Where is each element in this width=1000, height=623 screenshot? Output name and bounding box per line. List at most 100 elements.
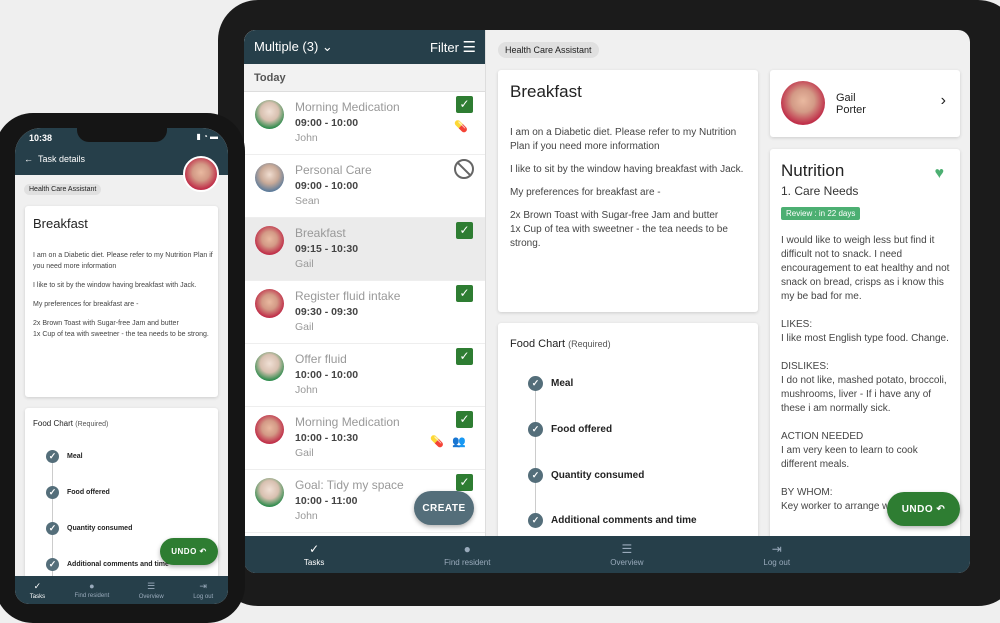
task-paragraph: I am on a Diabetic diet. Please refer to… <box>510 127 737 152</box>
nutrition-card: Nutrition ♥ 1. Care Needs Review : in 22… <box>770 149 960 543</box>
food-chart-title: Food Chart <box>510 338 566 350</box>
checkbox-checked-icon[interactable]: ✓ <box>456 285 473 302</box>
nav-tasks[interactable]: ✓ Tasks <box>30 581 45 600</box>
check-circle-icon: ✓ <box>46 486 59 499</box>
filter-button[interactable]: Filter ☰ <box>430 38 476 56</box>
step-food-offered[interactable]: ✓ Food offered <box>46 486 110 499</box>
task-row[interactable]: Morning Medication 09:00 - 10:00 John ✓ 💊 <box>244 92 485 155</box>
task-paragraph: My preferences for breakfast are - <box>510 187 661 198</box>
check-circle-icon: ✓ <box>528 376 543 391</box>
tablet-screen: Multiple (3) ⌄ Filter ☰ Today Morning Me… <box>244 30 970 573</box>
task-row[interactable]: Offer fluid 10:00 - 10:00 John ✓ <box>244 344 485 407</box>
filter-icon: ☰ <box>462 39 476 56</box>
task-paragraph: 2x Brown Toast with Sugar-free Jam and b… <box>510 210 728 249</box>
step-meal[interactable]: ✓ Meal <box>528 376 573 391</box>
undo-button[interactable]: UNDO ↶ <box>160 538 218 565</box>
back-arrow-icon[interactable]: ← <box>24 154 33 164</box>
resident-avatar <box>255 478 284 507</box>
task-time: 09:00 - 10:00 <box>295 180 359 192</box>
resident-avatar <box>255 289 284 318</box>
step-comments[interactable]: ✓ Additional comments and time <box>528 513 697 528</box>
resident-avatar <box>255 352 284 381</box>
nav-find-resident[interactable]: ● Find resident <box>75 581 110 599</box>
nav-overview[interactable]: ☰ Overview <box>610 542 643 567</box>
undo-button[interactable]: UNDO ↶ <box>887 492 960 526</box>
resident-avatar <box>255 226 284 255</box>
task-resident: Gail <box>295 447 314 459</box>
bottom-nav: ✓ Tasks ● Find resident ☰ Overview ⇥ Log out <box>15 576 228 604</box>
task-paragraph: 2x Brown Toast with Sugar-free Jam and b… <box>33 320 209 338</box>
step-food-offered[interactable]: ✓ Food offered <box>528 422 612 437</box>
step-comments[interactable]: ✓ Additional comments and time <box>46 558 169 571</box>
check-circle-icon: ✓ <box>46 558 59 571</box>
role-chip: Health Care Assistant <box>24 184 102 195</box>
task-time: 09:30 - 09:30 <box>295 306 359 318</box>
task-title: Goal: Tidy my space <box>295 478 404 492</box>
task-time: 10:00 - 10:00 <box>295 369 359 381</box>
nutrition-body: I would like to weigh less but find it d… <box>781 235 950 512</box>
section-header: Today <box>244 64 485 92</box>
task-title: Offer fluid <box>295 352 347 366</box>
checkbox-checked-icon[interactable]: ✓ <box>456 222 473 239</box>
food-chart-card: Food Chart (Required) ✓ Meal ✓ Food offere… <box>498 323 758 543</box>
required-label: (Required) <box>75 421 109 428</box>
task-paragraph: I like to sit by the window having break… <box>33 282 197 289</box>
checkbox-checked-icon[interactable]: ✓ <box>456 348 473 365</box>
resident-avatar <box>255 100 284 129</box>
notch <box>77 128 167 142</box>
bottom-nav: ✓ Tasks ● Find resident ☰ Overview ⇥ Log out <box>244 536 970 573</box>
refused-icon[interactable] <box>454 159 474 179</box>
task-details-header: ← Task details <box>24 154 86 164</box>
status-time: 10:38 <box>29 133 53 143</box>
resident-avatar <box>255 163 284 192</box>
logout-icon: ⇥ <box>771 542 782 556</box>
task-row[interactable]: Morning Medication 10:00 - 10:30 Gail ✓ 💊 👥 <box>244 407 485 470</box>
person-icon: ● <box>463 542 471 556</box>
logout-icon: ⇥ <box>199 580 207 591</box>
resident-avatar <box>255 415 284 444</box>
create-button[interactable]: CREATE <box>414 491 474 525</box>
task-row[interactable]: Register fluid intake 09:30 - 09:30 Gail ✓ <box>244 281 485 344</box>
check-circle-icon: ✓ <box>528 513 543 528</box>
nav-tasks[interactable]: ✓ Tasks <box>304 542 324 567</box>
nav-log-out[interactable]: ⇥ Log out <box>763 542 790 567</box>
step-quantity[interactable]: ✓ Quantity consumed <box>528 468 644 483</box>
task-row[interactable]: Personal Care 09:00 - 10:00 Sean <box>244 155 485 218</box>
step-quantity[interactable]: ✓ Quantity consumed <box>46 522 132 535</box>
check-icon: ✓ <box>33 580 42 591</box>
task-resident: Gail <box>295 258 314 270</box>
group-icon: 👥 <box>452 436 466 448</box>
task-time: 10:00 - 11:00 <box>295 495 358 507</box>
checkbox-checked-icon[interactable]: ✓ <box>456 474 473 491</box>
resident-avatar[interactable] <box>183 156 219 192</box>
role-chip: Health Care Assistant <box>498 42 599 58</box>
task-time: 09:15 - 10:30 <box>295 243 359 255</box>
checkbox-checked-icon[interactable]: ✓ <box>456 411 473 428</box>
undo-icon: ↶ <box>199 547 207 556</box>
review-badge: Review : in 22 days <box>781 207 861 220</box>
chevron-right-icon: › <box>940 92 946 109</box>
resident-first-name: Gail <box>836 92 856 104</box>
chevron-down-icon: ⌄ <box>321 39 333 54</box>
step-meal[interactable]: ✓ Meal <box>46 450 83 463</box>
task-time: 10:00 - 10:30 <box>295 432 359 444</box>
medication-icon: 💊 <box>454 121 468 133</box>
nav-log-out[interactable]: ⇥ Log out <box>193 581 213 600</box>
task-paragraph: I am on a Diabetic diet. Please refer to… <box>33 252 213 270</box>
task-row[interactable]: Breakfast 09:15 - 10:30 Gail ✓ <box>244 218 485 281</box>
task-resident: Sean <box>295 195 320 207</box>
nav-find-resident[interactable]: ● Find resident <box>444 542 490 567</box>
multiple-selector[interactable]: Multiple (3) ⌄ <box>254 39 333 55</box>
resident-avatar <box>781 81 825 125</box>
task-resident: John <box>295 384 318 396</box>
checkbox-checked-icon[interactable]: ✓ <box>456 96 473 113</box>
task-resident: John <box>295 510 318 522</box>
medication-icon: 💊 <box>430 436 444 448</box>
task-details-card: Breakfast I am on a Diabetic diet. Pleas… <box>25 206 218 397</box>
nav-overview[interactable]: ☰ Overview <box>139 581 164 600</box>
resident-card[interactable]: Gail Porter › <box>770 70 960 137</box>
check-circle-icon: ✓ <box>528 422 543 437</box>
check-icon: ✓ <box>309 542 320 556</box>
task-paragraph: I like to sit by the window having break… <box>510 164 744 175</box>
task-title: Breakfast <box>33 216 88 231</box>
